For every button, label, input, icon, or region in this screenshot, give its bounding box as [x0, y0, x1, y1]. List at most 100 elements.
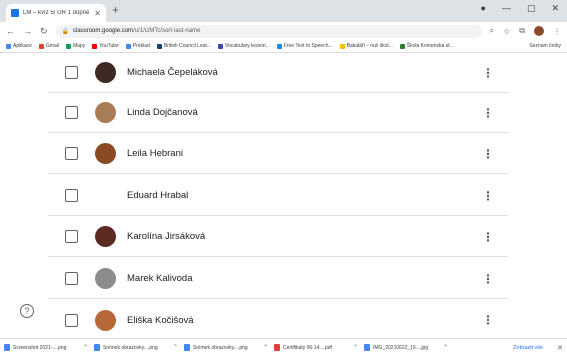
bookmark-favicon-icon	[38, 43, 44, 49]
bookmark-item[interactable]: Vocabulary lesson...	[218, 43, 270, 49]
bookmark-label: Preklad	[132, 43, 150, 49]
bookmark-favicon-icon	[65, 43, 71, 49]
bookmark-favicon-icon	[156, 43, 162, 49]
student-avatar	[95, 226, 116, 247]
bookmark-favicon-icon	[399, 43, 405, 49]
student-avatar	[95, 185, 116, 206]
extension-icon[interactable]: ⧉	[519, 26, 525, 36]
zoom-icon[interactable]: ⌕	[490, 26, 494, 36]
close-tab-icon[interactable]: ✕	[94, 9, 101, 18]
bookmark-label: Aplikace	[13, 43, 32, 49]
image-file-icon	[4, 344, 10, 351]
bookmark-item[interactable]: Free Text to Speech...	[276, 43, 333, 49]
image-file-icon	[364, 344, 370, 351]
minimize-icon[interactable]: —	[502, 3, 511, 14]
student-name: Karolína Jirsáková	[127, 231, 206, 242]
select-student-checkbox[interactable]	[65, 230, 78, 243]
bookmark-label: Free Text to Speech...	[283, 43, 333, 49]
more-options-icon[interactable]: ⋮	[478, 190, 498, 202]
bookmark-label: Škola Komenská st...	[406, 43, 454, 49]
new-tab-button[interactable]: +	[112, 3, 119, 17]
student-name: Marek Kalivoda	[127, 273, 193, 284]
bookmark-label: Gmail	[45, 43, 59, 49]
select-student-checkbox[interactable]	[65, 189, 78, 202]
bookmark-item[interactable]: Bakaláři – rezi škol...	[339, 43, 393, 49]
select-student-checkbox[interactable]	[65, 66, 78, 79]
menu-icon[interactable]: ⋮	[553, 27, 561, 36]
student-name: Linda Dojčanová	[127, 107, 198, 118]
bookmark-item[interactable]: YouTube	[92, 43, 119, 49]
select-student-checkbox[interactable]	[65, 272, 78, 285]
select-student-checkbox[interactable]	[65, 313, 78, 327]
downloads-bar: Screenshot 2021-....png ⌃ Snímek obrazovky…	[0, 338, 567, 356]
student-avatar	[95, 309, 116, 331]
download-item[interactable]: Screenshot 2021-....png ⌃	[4, 344, 88, 351]
student-avatar	[95, 62, 116, 83]
chevron-up-icon[interactable]: ⌃	[83, 344, 88, 351]
bookmark-label: Bakaláři – rezi škol...	[346, 43, 393, 49]
student-avatar	[95, 102, 116, 123]
more-options-icon[interactable]: ⋮	[478, 107, 498, 119]
browser-tab[interactable]: LM – kvíz 5/ GR 1 dopne t ✕	[6, 4, 106, 22]
more-options-icon[interactable]: ⋮	[478, 273, 498, 285]
bookmark-label: Mapy	[72, 43, 86, 49]
download-item[interactable]: IMG_20210622_15....jpg ⌃	[364, 344, 448, 351]
bookmark-label: Vocabulary lesson...	[225, 43, 270, 49]
forward-icon[interactable]: →	[23, 26, 32, 37]
chevron-up-icon[interactable]: ⌃	[443, 344, 448, 351]
select-student-checkbox[interactable]	[65, 106, 78, 119]
back-icon[interactable]: ←	[6, 26, 15, 37]
student-row[interactable]: Marek Kalivoda ⋮	[48, 259, 508, 299]
more-options-icon[interactable]: ⋮	[478, 314, 498, 326]
image-file-icon	[184, 344, 190, 351]
bookmark-favicon-icon	[339, 43, 345, 49]
reading-list[interactable]: Seznam četby	[529, 43, 561, 49]
student-row[interactable]: Karolína Jirsáková ⋮	[48, 217, 508, 257]
address-toolbar: ← → ↻ 🔒 classroom.google.com /u/1/c/MTc/…	[0, 22, 567, 40]
student-row[interactable]: Michaela Čepeláková ⋮	[48, 53, 508, 93]
student-row[interactable]: Leila Hebrani ⋮	[48, 134, 508, 174]
bookmark-item[interactable]: Gmail	[38, 43, 59, 49]
student-name: Leila Hebrani	[127, 148, 183, 159]
student-row[interactable]: Eliška Kočišová ⋮	[48, 300, 508, 340]
show-all-downloads-link[interactable]: Zobrazit vše	[513, 345, 543, 351]
student-row[interactable]: Linda Dojčanová ⋮	[48, 93, 508, 133]
chevron-up-icon[interactable]: ⌃	[353, 344, 358, 351]
download-item[interactable]: Certifikáty 06-14....pdf ⌃	[274, 344, 358, 351]
student-row[interactable]: Eduard Hrabal ⋮	[48, 176, 508, 216]
more-options-icon[interactable]: ⋮	[478, 231, 498, 243]
more-options-icon[interactable]: ⋮	[478, 148, 498, 160]
select-student-checkbox[interactable]	[65, 147, 78, 160]
close-window-icon[interactable]: ✕	[551, 3, 559, 14]
profile-avatar[interactable]	[534, 26, 544, 36]
bookmark-item[interactable]: Preklad	[125, 43, 150, 49]
address-path: /u/1/c/MTc/sort-last-name	[133, 28, 201, 34]
reload-icon[interactable]: ↻	[40, 26, 48, 37]
bookmark-item[interactable]: Aplikace	[6, 43, 32, 49]
download-item[interactable]: Snímek obrazovky....png ⌃	[184, 344, 268, 351]
chevron-up-icon[interactable]: ⌃	[263, 344, 268, 351]
record-icon[interactable]: ●	[481, 3, 486, 14]
nav-buttons: ← → ↻	[6, 26, 48, 37]
bookmark-label: YouTube	[99, 43, 119, 49]
extensions-area: ⌕ ☆ ⧉ ⋮	[490, 26, 561, 36]
bookmark-item[interactable]: Škola Komenská st...	[399, 43, 454, 49]
chevron-up-icon[interactable]: ⌃	[173, 344, 178, 351]
bookmark-favicon-icon	[125, 43, 131, 49]
bookmark-star-icon[interactable]: ☆	[503, 27, 510, 36]
download-filename: Certifikáty 06-14....pdf	[283, 344, 332, 351]
bookmark-item[interactable]: Mapy	[65, 43, 86, 49]
download-item[interactable]: Snímek obrazovky....png ⌃	[94, 344, 178, 351]
more-options-icon[interactable]: ⋮	[478, 67, 498, 79]
bookmark-item[interactable]: British Council Lear...	[156, 43, 211, 49]
bookmark-favicon-icon	[92, 43, 98, 49]
classroom-favicon-icon	[11, 9, 19, 17]
help-icon[interactable]: ?	[20, 304, 34, 318]
maximize-icon[interactable]: ▢	[527, 3, 536, 14]
bookmarks-bar: Aplikace Gmail Mapy YouTube Preklad British C…	[0, 40, 567, 53]
close-downloads-icon[interactable]: ✕	[557, 344, 563, 352]
download-filename: IMG_20210622_15....jpg	[373, 344, 429, 351]
address-bar[interactable]: 🔒 classroom.google.com /u/1/c/MTc/sort-l…	[55, 24, 482, 38]
lock-icon: 🔒	[61, 28, 70, 35]
download-filename: Snímek obrazovky....png	[193, 344, 248, 351]
